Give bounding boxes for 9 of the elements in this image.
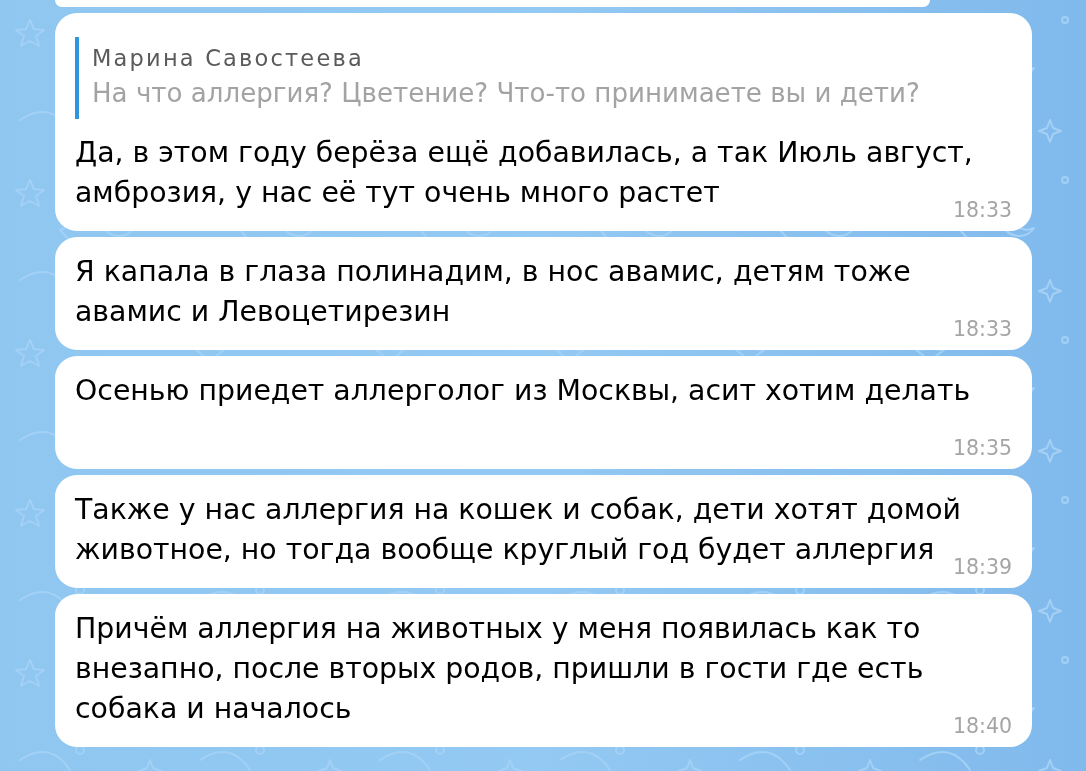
message-time: 18:33	[952, 318, 1012, 340]
message-text: Я капала в глаза полинадим, в нос авамис, детям тоже авамис и Левоцетирезин	[75, 255, 911, 328]
message-text: Причём аллергия на животных у меня появилась как то внезапно, после вторых родов, пришли в гости где есть собака и началось	[75, 612, 924, 725]
message-text: Осенью приедет аллерголог из Москвы, асит хотим делать	[75, 374, 971, 407]
reply-author: Марина Савостеева	[92, 44, 364, 73]
reply-text: На что аллергия? Цветение? Что-то принимаете вы и дети?	[92, 77, 920, 110]
message-time: 18:33	[952, 199, 1012, 221]
message-time: 18:35	[952, 437, 1012, 459]
message-time: 18:40	[952, 715, 1012, 737]
